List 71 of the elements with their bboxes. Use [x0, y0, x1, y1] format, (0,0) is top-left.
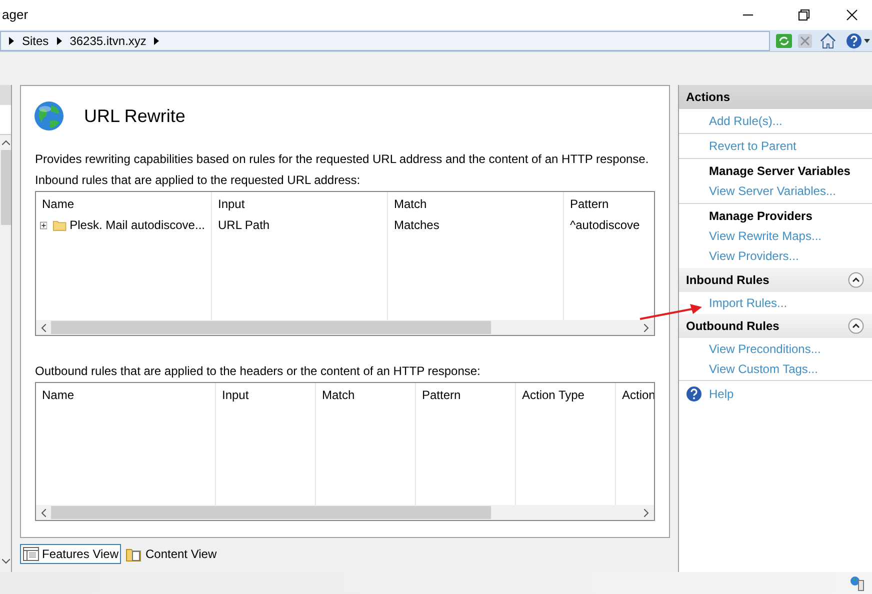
column-header[interactable]: Match — [388, 192, 563, 216]
close-icon[interactable] — [846, 9, 858, 21]
scroll-left-icon[interactable] — [41, 508, 46, 516]
scroll-right-icon[interactable] — [644, 324, 649, 332]
panel-title: Actions — [679, 85, 872, 109]
table-cell[interactable]: URL Path — [218, 216, 270, 234]
column-header[interactable]: Pattern — [416, 383, 515, 407]
panel-header — [0, 85, 11, 105]
table-cell[interactable]: Matches — [394, 216, 440, 234]
action-link[interactable]: View Custom Tags... — [679, 359, 872, 379]
breadcrumb-item[interactable]: 36235.itvn.xyz — [70, 32, 146, 50]
grid-icon — [23, 547, 39, 561]
stop-icon[interactable] — [798, 34, 812, 48]
group-heading: Manage Server Variables — [708, 163, 852, 180]
view-tab[interactable]: Content View — [123, 544, 220, 564]
folder-icon — [53, 218, 67, 232]
collapse-icon[interactable] — [848, 318, 864, 334]
arrow-annotation — [640, 304, 702, 320]
table-cell[interactable]: Plesk. Mail autodiscove... — [70, 216, 205, 234]
caret-icon[interactable] — [864, 38, 870, 42]
horizontal-scrollbar[interactable] — [36, 320, 654, 335]
help-icon[interactable] — [846, 32, 862, 48]
scroll-thumb[interactable] — [51, 321, 491, 334]
document-folder-icon — [126, 546, 142, 562]
column-header[interactable]: Match — [316, 383, 415, 407]
section-header[interactable]: Inbound Rules — [679, 268, 872, 292]
outbound-label: Outbound rules that are applied to the headers or the content of an HTTP response: — [35, 363, 482, 380]
action-link[interactable]: Revert to Parent — [679, 136, 872, 156]
home-icon[interactable] — [820, 32, 836, 48]
refresh-icon[interactable] — [776, 34, 792, 48]
chevron-right-icon — [154, 36, 160, 44]
scroll-right-icon[interactable] — [644, 508, 649, 516]
action-link[interactable]: View Preconditions... — [679, 339, 872, 359]
scroll-down-icon[interactable] — [2, 559, 10, 564]
page-title: URL Rewrite — [84, 104, 186, 128]
help-link[interactable]: Help — [709, 384, 734, 402]
scroll-up-icon[interactable] — [2, 140, 10, 145]
group-heading: Manage Providers — [708, 208, 814, 225]
section-header[interactable]: Outbound Rules — [679, 314, 872, 338]
scroll-left-icon[interactable] — [41, 324, 46, 332]
chevron-right-icon — [56, 36, 62, 44]
restore-icon[interactable] — [798, 9, 810, 21]
action-link[interactable]: Add Rule(s)... — [679, 111, 872, 131]
chevron-right-icon — [9, 36, 14, 44]
scroll-thumb[interactable] — [51, 506, 491, 519]
column-header[interactable]: Input — [216, 383, 315, 407]
column-header[interactable]: Name — [36, 192, 211, 216]
expand-icon[interactable] — [40, 220, 48, 230]
inbound-label: Inbound rules that are applied to the requested URL address: — [35, 172, 362, 189]
breadcrumb-item[interactable]: Sites — [22, 32, 49, 50]
help-icon — [686, 386, 702, 402]
view-tab[interactable]: Features View — [20, 544, 122, 564]
description-text: Provides rewriting capabilities based on rules for the requested URL address and the content of an HTTP response. — [35, 151, 650, 168]
column-header[interactable]: Name — [36, 383, 215, 407]
scroll-thumb[interactable] — [0, 150, 10, 225]
scrollbar[interactable] — [0, 135, 11, 572]
network-icon — [850, 575, 864, 591]
collapse-icon[interactable] — [848, 272, 864, 288]
globe-icon — [34, 101, 64, 131]
section-title: Inbound Rules — [686, 272, 770, 289]
section-title: Outbound Rules — [686, 318, 780, 335]
table-cell[interactable]: ^autodiscove — [570, 216, 640, 234]
action-link[interactable]: View Rewrite Maps... — [679, 226, 872, 246]
column-header[interactable]: Input — [212, 192, 387, 216]
action-link[interactable]: Import Rules... — [679, 293, 872, 313]
action-link[interactable]: View Server Variables... — [679, 181, 872, 201]
horizontal-scrollbar[interactable] — [36, 505, 654, 520]
column-header[interactable]: Action Type — [516, 383, 615, 407]
column-header[interactable]: Pattern — [564, 192, 654, 216]
action-link[interactable]: View Providers... — [679, 246, 872, 266]
window-title: ager — [1, 6, 28, 24]
